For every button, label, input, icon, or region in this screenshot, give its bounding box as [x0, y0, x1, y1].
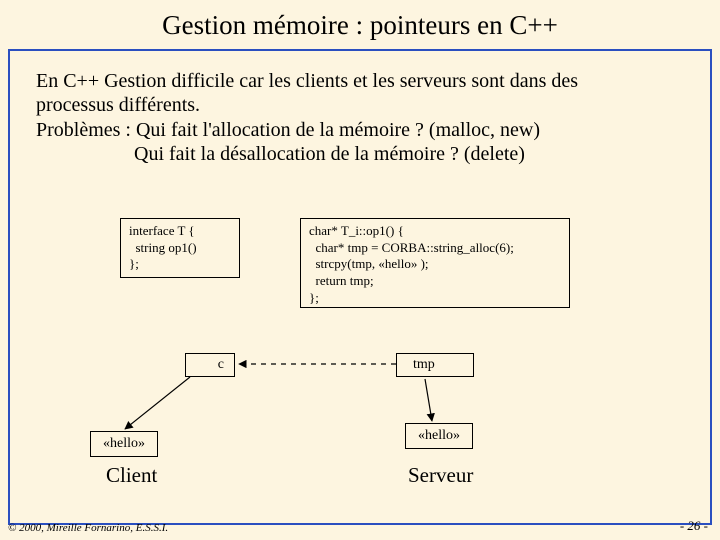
intro-line-1: En C++ Gestion difficile car les clients…	[36, 69, 684, 93]
serveur-label: Serveur	[408, 463, 473, 488]
intro-text: En C++ Gestion difficile car les clients…	[36, 69, 684, 167]
var-c: c	[185, 353, 235, 377]
intro-line-3: Problèmes : Qui fait l'allocation de la …	[36, 118, 684, 142]
page-title: Gestion mémoire : pointeurs en C++	[0, 0, 720, 49]
hello-server: «hello»	[405, 423, 473, 449]
code-interface: interface T { string op1() };	[120, 218, 240, 278]
footer-copyright: © 2000, Mireille Fornarino, E.S.S.I.	[8, 522, 168, 534]
footer-page-number: - 26 -	[680, 518, 708, 534]
var-tmp: tmp	[396, 353, 474, 377]
intro-line-4: Qui fait la désallocation de la mémoire …	[36, 142, 684, 166]
client-label: Client	[106, 463, 157, 488]
content-frame: En C++ Gestion difficile car les clients…	[8, 49, 712, 525]
intro-line-2: processus différents.	[36, 93, 684, 117]
hello-client: «hello»	[90, 431, 158, 457]
code-implementation: char* T_i::op1() { char* tmp = CORBA::st…	[300, 218, 570, 308]
